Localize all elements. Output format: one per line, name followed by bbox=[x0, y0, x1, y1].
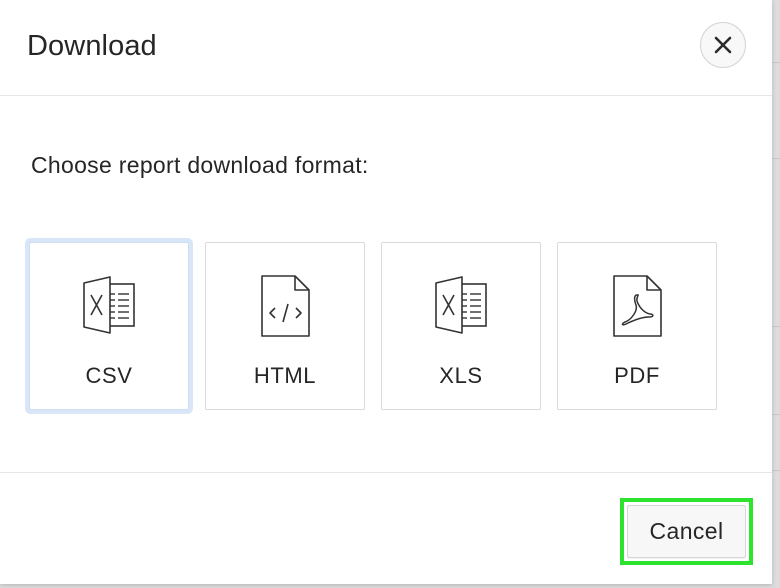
close-icon bbox=[713, 35, 733, 55]
xls-file-icon bbox=[431, 273, 491, 339]
format-label: XLS bbox=[439, 363, 483, 388]
format-label: HTML bbox=[253, 363, 317, 388]
cancel-button[interactable]: Cancel bbox=[627, 505, 746, 558]
format-label: CSV bbox=[85, 363, 133, 388]
backdrop-divider bbox=[772, 62, 780, 63]
backdrop-divider bbox=[772, 326, 780, 327]
close-button[interactable] bbox=[700, 22, 746, 68]
cancel-highlight: Cancel bbox=[620, 498, 753, 565]
format-option-csv[interactable]: CSV bbox=[29, 242, 189, 410]
dialog-footer: Cancel bbox=[0, 472, 772, 585]
format-option-html[interactable]: HTML bbox=[205, 242, 365, 410]
download-dialog: Download Choose report download format: bbox=[0, 0, 772, 584]
format-options: CSV HTML XLS PDF bbox=[0, 96, 772, 472]
csv-file-icon bbox=[79, 273, 139, 339]
format-label: PDF bbox=[614, 363, 660, 388]
format-option-xls[interactable]: XLS bbox=[381, 242, 541, 410]
dialog-title: Download bbox=[27, 30, 157, 62]
backdrop-divider bbox=[772, 414, 780, 415]
pdf-file-icon bbox=[607, 273, 667, 339]
format-option-pdf[interactable]: PDF bbox=[557, 242, 717, 410]
backdrop-divider bbox=[772, 470, 780, 471]
dialog-body: Choose report download format: CSV HTML … bbox=[0, 96, 772, 472]
backdrop-divider bbox=[772, 158, 780, 159]
dialog-header: Download bbox=[0, 0, 772, 96]
html-file-icon bbox=[255, 273, 315, 339]
